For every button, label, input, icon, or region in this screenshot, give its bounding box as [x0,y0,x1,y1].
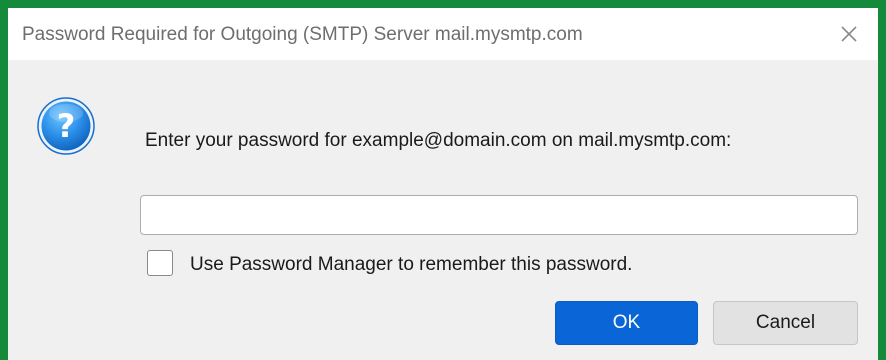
svg-text:?: ? [57,107,76,145]
question-icon: ? [37,97,95,155]
dialog-title: Password Required for Outgoing (SMTP) Se… [22,24,583,45]
password-input[interactable] [140,195,858,235]
cancel-button[interactable]: Cancel [713,301,858,345]
ok-button[interactable]: OK [555,301,698,345]
password-prompt: Enter your password for example@domain.c… [145,130,732,151]
close-button[interactable] [820,8,878,60]
remember-password-checkbox[interactable] [147,250,173,276]
password-dialog: Password Required for Outgoing (SMTP) Se… [8,8,878,360]
remember-password-label[interactable]: Use Password Manager to remember this pa… [190,254,632,276]
close-icon [841,26,857,42]
title-bar: Password Required for Outgoing (SMTP) Se… [8,8,878,60]
